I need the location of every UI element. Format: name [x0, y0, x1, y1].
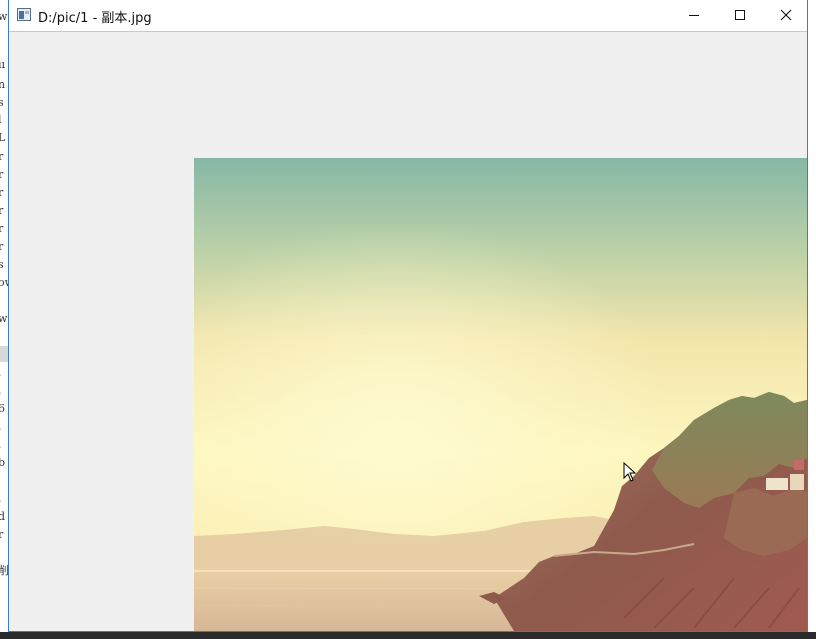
displayed-photo	[194, 158, 807, 631]
minimize-icon	[689, 15, 699, 16]
app-window-icon	[17, 8, 31, 21]
editor-fragment: r	[0, 240, 4, 253]
editor-fragment: 6	[0, 402, 5, 415]
editor-fragment: .	[0, 492, 2, 505]
taskbar-edge	[0, 632, 816, 639]
editor-fragment: r	[0, 222, 4, 235]
minimize-button[interactable]	[671, 0, 717, 31]
editor-fragment: b	[0, 456, 6, 469]
editor-fragment: w	[0, 312, 8, 325]
close-icon	[780, 9, 792, 21]
editor-fragment: .	[0, 384, 2, 397]
mouse-cursor-icon	[623, 462, 637, 482]
image-viewer-window: D:/pic/1 - 副本.jpg	[8, 0, 808, 632]
title-bar[interactable]: D:/pic/1 - 副本.jpg	[9, 0, 807, 32]
editor-fragment: .	[0, 420, 2, 433]
editor-fragment: s	[0, 96, 4, 109]
editor-fragment: .	[0, 438, 2, 451]
editor-fragment: s	[0, 258, 4, 271]
editor-fragment: r	[0, 186, 4, 199]
editor-fragment: d	[0, 510, 6, 523]
editor-fragment: .	[0, 366, 2, 379]
editor-fragment: L	[0, 131, 6, 144]
maximize-icon	[735, 10, 745, 20]
close-button[interactable]	[763, 0, 807, 31]
editor-fragment: r	[0, 528, 4, 541]
editor-fragment: r	[0, 168, 4, 181]
image-canvas[interactable]	[9, 32, 807, 631]
editor-fragment: r	[0, 204, 4, 217]
maximize-button[interactable]	[717, 0, 763, 31]
editor-fragment: l	[0, 113, 2, 126]
editor-fragment: ıı	[0, 58, 6, 71]
editor-fragment: r	[0, 150, 4, 163]
window-title: D:/pic/1 - 副本.jpg	[38, 11, 152, 26]
editor-fragment: n	[0, 78, 6, 91]
editor-fragment: w	[0, 10, 8, 23]
